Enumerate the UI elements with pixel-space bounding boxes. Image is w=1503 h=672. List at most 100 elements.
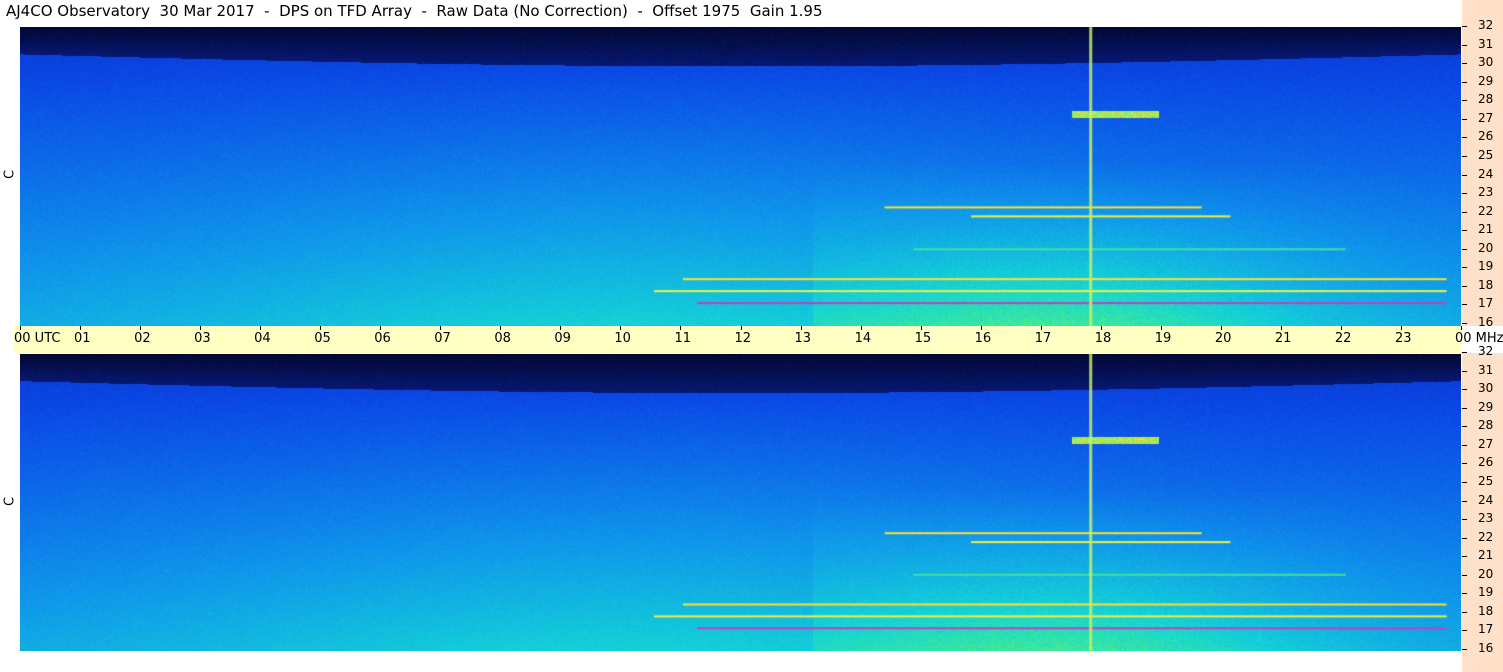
freq-tick-mark: [1462, 211, 1467, 213]
lcp-spectrogram-canvas: [20, 354, 1461, 651]
time-tick-label: 14: [854, 331, 872, 346]
time-tick-mark: [80, 326, 82, 330]
time-tick-label: 23: [1394, 331, 1412, 346]
freq-tick-mark: [1462, 100, 1467, 102]
time-tick-label: 09: [554, 331, 571, 346]
freq-tick-mark: [1462, 463, 1467, 465]
freq-tick-label: 18: [1478, 277, 1494, 292]
freq-tick-mark: [1462, 174, 1467, 176]
freq-tick-label: 32: [1478, 344, 1494, 358]
rcp-spectrogram-canvas: [20, 27, 1461, 326]
freq-tick-mark: [1462, 649, 1467, 650]
freq-tick-mark: [1462, 304, 1467, 306]
freq-tick-mark: [1462, 370, 1467, 372]
freq-tick-label: 20: [1478, 566, 1494, 581]
freq-tick-mark: [1462, 500, 1467, 502]
freq-tick-label: 18: [1478, 603, 1494, 618]
time-tick-label: 15: [914, 331, 932, 346]
freq-tick-mark: [1462, 444, 1467, 446]
rcp-frequency-axis: 32 31 30 29 28 27 26 25 24 23 22 21 20 19 18 17 16: [1462, 0, 1503, 329]
time-tick-label: 16: [974, 331, 992, 346]
freq-tick-mark: [1462, 630, 1467, 632]
freq-tick-label: 16: [1478, 315, 1494, 329]
freq-tick-mark: [1462, 137, 1467, 139]
time-tick-mark: [320, 326, 322, 330]
time-tick-mark: [1461, 326, 1462, 330]
time-tick-mark: [1340, 326, 1342, 330]
freq-tick-label: 32: [1478, 18, 1494, 32]
freq-tick-label: 22: [1478, 203, 1494, 218]
freq-tick-mark: [1462, 352, 1467, 353]
time-tick-label: 00 UTC: [14, 331, 61, 346]
time-tick-mark: [980, 326, 982, 330]
freq-tick-label: 24: [1478, 492, 1494, 507]
time-tick-mark: [860, 326, 862, 330]
freq-tick-label: 29: [1478, 73, 1494, 88]
freq-tick-label: 19: [1478, 259, 1494, 274]
freq-tick-label: 31: [1478, 36, 1494, 51]
freq-tick-mark: [1462, 574, 1467, 576]
time-tick-label: 13: [794, 331, 812, 346]
freq-tick-mark: [1462, 26, 1467, 27]
time-tick-label: 04: [254, 331, 271, 346]
freq-tick-label: 23: [1478, 511, 1494, 526]
freq-tick-label: 17: [1478, 622, 1494, 637]
freq-tick-label: 21: [1478, 222, 1494, 237]
freq-tick-label: 24: [1478, 166, 1494, 181]
freq-tick-mark: [1462, 248, 1467, 250]
freq-tick-label: 28: [1478, 92, 1494, 107]
freq-tick-mark: [1462, 63, 1467, 65]
freq-tick-label: 19: [1478, 585, 1494, 600]
freq-tick-label: 30: [1478, 381, 1494, 396]
time-tick-mark: [20, 326, 21, 330]
freq-tick-mark: [1462, 556, 1467, 558]
freq-tick-label: 31: [1478, 362, 1494, 377]
freq-tick-mark: [1462, 611, 1467, 613]
freq-tick-mark: [1462, 118, 1467, 120]
time-tick-label: 10: [614, 331, 631, 346]
time-tick-label: 12: [734, 331, 752, 346]
freq-tick-label: 27: [1478, 436, 1494, 451]
freq-tick-mark: [1462, 323, 1467, 324]
freq-tick-mark: [1462, 389, 1467, 391]
freq-tick-mark: [1462, 193, 1467, 195]
time-tick-mark: [200, 326, 202, 330]
freq-tick-label: 21: [1478, 548, 1494, 563]
time-tick-mark: [1280, 326, 1282, 330]
time-tick-label: 06: [374, 331, 391, 346]
time-tick-label: 22: [1334, 331, 1352, 346]
freq-tick-label: 22: [1478, 529, 1494, 544]
freq-tick-mark: [1462, 285, 1467, 287]
time-tick-mark: [440, 326, 442, 330]
time-tick-mark: [560, 326, 562, 330]
freq-tick-label: 25: [1478, 147, 1494, 162]
freq-tick-mark: [1462, 230, 1467, 232]
time-tick-label: 18: [1094, 331, 1112, 346]
time-tick-label: 20: [1214, 331, 1232, 346]
freq-tick-label: 29: [1478, 399, 1494, 414]
time-tick-mark: [1100, 326, 1102, 330]
freq-tick-mark: [1462, 81, 1467, 83]
time-tick-label: 08: [494, 331, 511, 346]
freq-tick-mark: [1462, 593, 1467, 595]
freq-tick-label: 16: [1478, 641, 1494, 655]
time-axis: 00 UTC 01 02 03 04 05 06 07 08 09 10 11 12 13 14 15 16 17…: [14, 326, 1503, 353]
time-tick-label: 02: [134, 331, 151, 346]
freq-tick-mark: [1462, 267, 1467, 269]
time-tick-mark: [500, 326, 502, 330]
time-tick-mark: [800, 326, 802, 330]
time-tick-label: 21: [1274, 331, 1292, 346]
time-tick-mark: [380, 326, 382, 330]
freq-tick-label: 23: [1478, 185, 1494, 200]
freq-tick-mark: [1462, 537, 1467, 539]
rcp-label-letter: C: [2, 169, 18, 180]
time-tick-mark: [680, 326, 682, 330]
time-tick-mark: [1400, 326, 1402, 330]
time-tick-label: 03: [194, 331, 211, 346]
time-tick-mark: [740, 326, 742, 330]
freq-tick-label: 26: [1478, 129, 1494, 144]
time-tick-mark: [1040, 326, 1042, 330]
time-tick-label: 19: [1154, 331, 1172, 346]
freq-tick-label: 25: [1478, 473, 1494, 488]
time-tick-label: 11: [674, 331, 691, 346]
